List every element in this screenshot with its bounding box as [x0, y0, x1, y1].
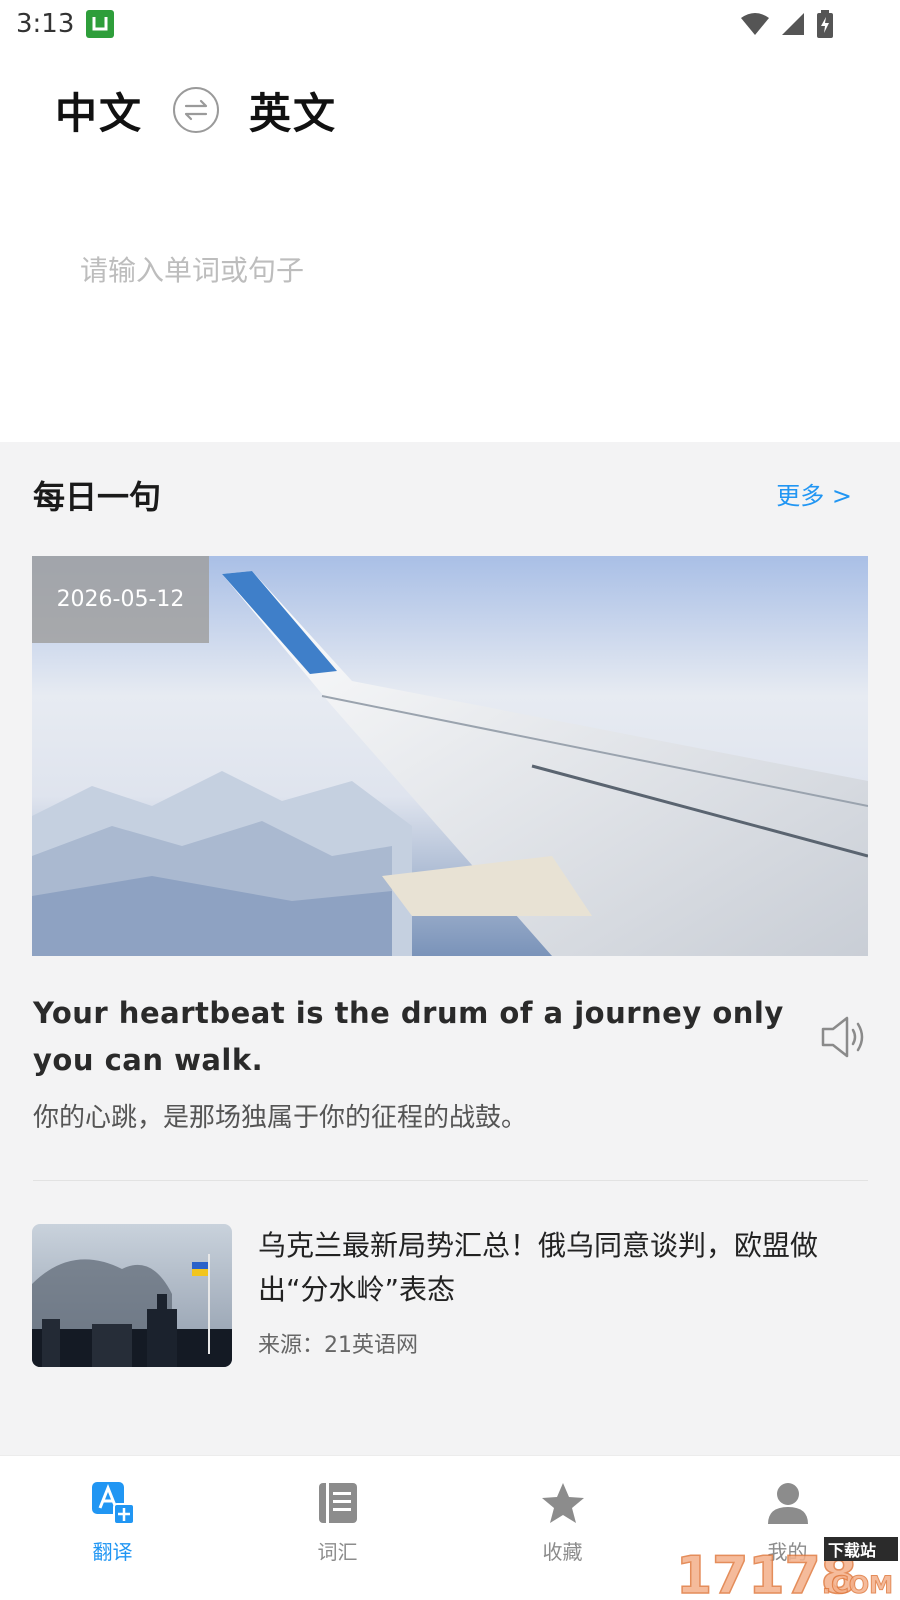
target-language-button[interactable]: 英文 — [249, 80, 337, 141]
content-area: 每日一句 更多 > 2026-05-12 Your heartbeat is t… — [0, 442, 900, 1455]
source-language-button[interactable]: 中文 — [55, 80, 143, 141]
tab-favorites[interactable]: 收藏 — [450, 1456, 675, 1600]
daily-quote-english: Your heartbeat is the drum of a journey … — [33, 996, 784, 1077]
news-list-item[interactable]: 乌克兰最新局势汇总！俄乌同意谈判，欧盟做出“分水岭”表态 来源：21英语网 — [32, 1224, 868, 1369]
book-icon — [315, 1480, 361, 1526]
tab-vocabulary-label: 词汇 — [317, 1540, 358, 1564]
play-audio-button[interactable] — [818, 1012, 868, 1062]
translation-input-area — [0, 150, 900, 442]
news-title: 乌克兰最新局势汇总！俄乌同意谈判，欧盟做出“分水岭”表态 — [258, 1229, 819, 1306]
signal-icon — [782, 13, 804, 35]
more-link[interactable]: 更多 > — [776, 476, 852, 511]
tab-translate-label: 翻译 — [92, 1540, 133, 1564]
status-time: 3:13 — [16, 9, 75, 39]
translation-input[interactable] — [80, 245, 840, 295]
daily-quote-chinese: 你的心跳，是那场独属于你的征程的战鼓。 — [33, 1103, 528, 1133]
tab-favorites-label: 收藏 — [542, 1540, 583, 1564]
battery-charging-icon — [817, 10, 833, 38]
divider — [33, 1180, 868, 1181]
news-thumbnail-image — [32, 1224, 232, 1367]
wifi-icon — [741, 13, 769, 35]
date-badge: 2026-05-12 — [32, 556, 209, 643]
swap-icon — [184, 99, 208, 121]
speaker-icon — [821, 1016, 864, 1058]
news-thumbnail — [32, 1224, 232, 1367]
swap-languages-button[interactable] — [173, 87, 220, 133]
watermark-sub: 下载站 — [828, 1541, 876, 1560]
language-switcher: 中文 英文 — [55, 80, 337, 140]
watermark-domain: .COM — [822, 1571, 893, 1599]
daily-sentence-title: 每日一句 — [33, 478, 162, 516]
user-icon — [765, 1480, 811, 1526]
daily-image[interactable]: 2026-05-12 — [32, 556, 868, 956]
tab-vocabulary[interactable]: 词汇 — [225, 1456, 450, 1600]
app-notification-icon — [86, 10, 115, 38]
status-bar: 3:13 — [0, 0, 900, 48]
status-left: 3:13 — [16, 9, 115, 39]
app-notification-glyph — [92, 17, 108, 31]
translate-icon — [90, 1480, 136, 1526]
status-right — [740, 10, 884, 38]
tab-translate[interactable]: 翻译 — [0, 1456, 225, 1600]
news-source: 来源：21英语网 — [258, 1333, 418, 1358]
watermark-logo: 17178 下载站 .COM — [675, 1535, 900, 1600]
star-icon — [540, 1480, 586, 1526]
